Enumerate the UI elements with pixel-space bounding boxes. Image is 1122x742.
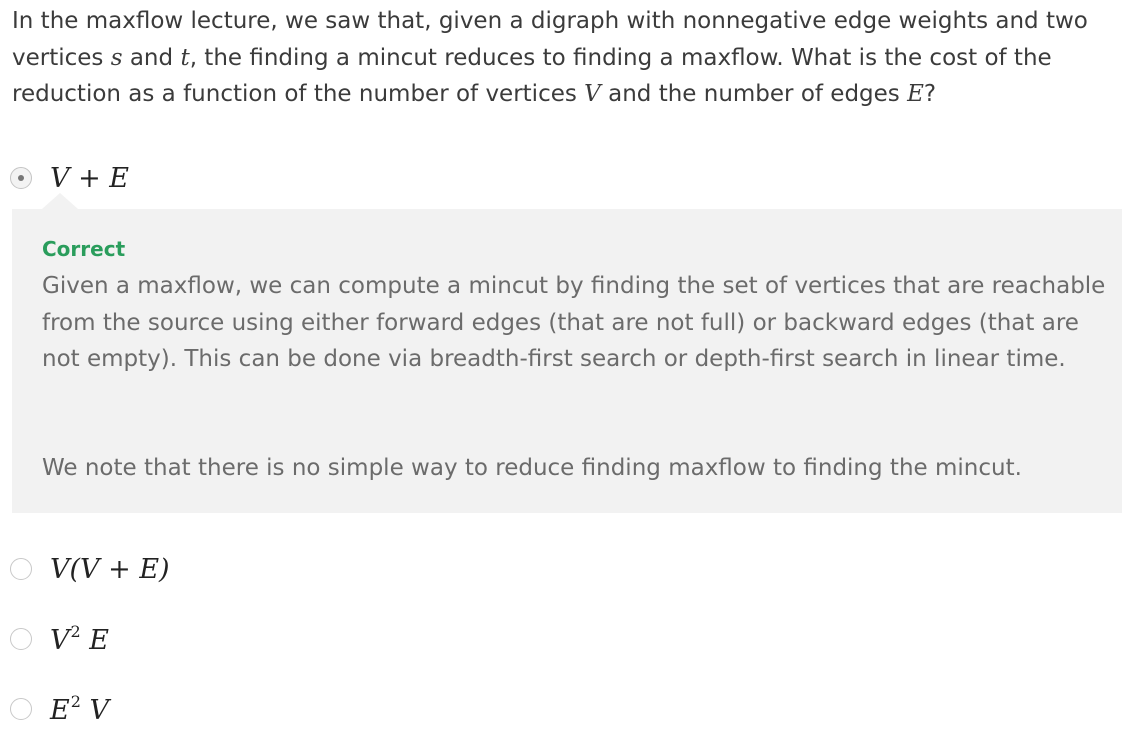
- radio-dot-icon: [18, 175, 24, 181]
- question-text-part: ?: [923, 81, 937, 107]
- radio-unselected-icon[interactable]: [10, 628, 32, 650]
- option-term: V: [50, 625, 70, 656]
- feedback-note: We note that there is no simple way to r…: [42, 455, 1022, 481]
- question-text: In the maxflow lecture, we saw that, giv…: [12, 3, 1112, 113]
- option-term: E: [50, 695, 70, 726]
- question-text-part: and the number of edges: [600, 81, 908, 107]
- answer-option-v-times-v-plus-e[interactable]: V(V + E): [10, 552, 170, 586]
- feedback-status: Correct: [42, 237, 126, 261]
- answer-option-v-squared-e[interactable]: V2 E: [10, 622, 109, 656]
- quiz-question-page: In the maxflow lecture, we saw that, giv…: [0, 0, 1122, 742]
- feedback-panel: Correct Given a maxflow, we can compute …: [12, 193, 1122, 513]
- option-label: E2 V: [50, 692, 109, 726]
- variable-v: V: [584, 81, 601, 107]
- option-term: E: [89, 625, 109, 656]
- option-label: V2 E: [50, 622, 109, 656]
- option-label: V(V + E): [50, 553, 170, 585]
- radio-unselected-icon[interactable]: [10, 558, 32, 580]
- option-term: V: [89, 695, 110, 726]
- answer-option-v-plus-e[interactable]: V + E: [10, 161, 129, 195]
- answer-option-e-squared-v[interactable]: E2 V: [10, 692, 109, 726]
- variable-e: E: [907, 81, 924, 107]
- feedback-pointer: [42, 193, 78, 209]
- question-text-part: and: [122, 44, 181, 71]
- option-label: V + E: [50, 162, 129, 194]
- variable-t: t: [180, 44, 190, 71]
- radio-selected-icon[interactable]: [10, 167, 32, 189]
- option-exponent: 2: [70, 622, 81, 641]
- variable-s: s: [110, 44, 123, 71]
- option-exponent: 2: [70, 692, 81, 711]
- radio-unselected-icon[interactable]: [10, 698, 32, 720]
- feedback-explanation: Given a maxflow, we can compute a mincut…: [42, 273, 1106, 372]
